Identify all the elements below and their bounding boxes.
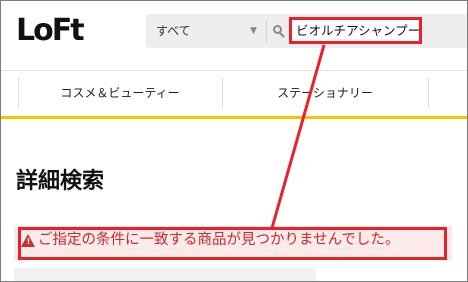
nav-item-cosme-beauty[interactable]: コスメ＆ビューティー [18, 78, 222, 108]
search-input[interactable]: ビオルチアシャンプー [289, 17, 422, 44]
category-select-value: すべて [156, 24, 191, 38]
nav-separator [428, 78, 429, 108]
header-divider [0, 70, 468, 71]
nav-accent-line [0, 116, 468, 119]
nav-item-label: コスメ＆ビューティー [60, 86, 180, 100]
search-bar: すべて ▼ ビオルチアシャンプー [146, 14, 468, 48]
nav-item-stationery[interactable]: ステーショナリー [222, 78, 428, 108]
loft-logo[interactable]: LoFt [16, 14, 85, 48]
chevron-down-icon[interactable]: ▼ [250, 24, 257, 38]
category-nav: コスメ＆ビューティー ステーショナリー [0, 72, 468, 116]
search-icon[interactable] [273, 25, 285, 38]
category-select[interactable]: すべて [146, 14, 266, 48]
alert-highlight-box [18, 227, 447, 260]
nav-item-label: ステーショナリー [277, 86, 373, 100]
filter-panel-edge [14, 268, 316, 282]
search-input-value: ビオルチアシャンプー [296, 23, 421, 38]
search-divider [266, 20, 267, 42]
page-title: 詳細検索 [16, 169, 105, 194]
